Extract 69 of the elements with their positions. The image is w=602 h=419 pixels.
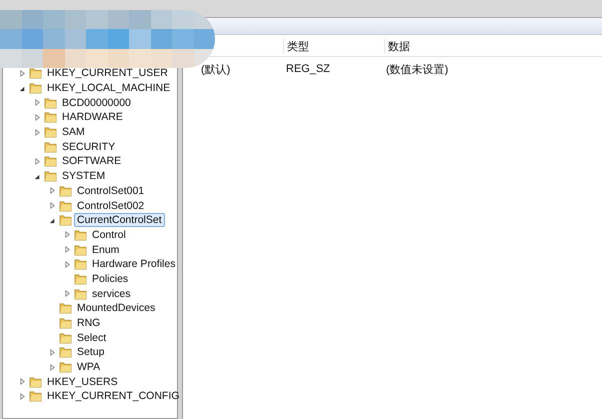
- expand-arrow-icon[interactable]: [64, 231, 71, 238]
- tree-item[interactable]: services: [89, 286, 134, 301]
- folder-icon: [44, 126, 57, 138]
- collapse-arrow-icon[interactable]: [49, 216, 56, 224]
- expand-arrow-icon[interactable]: [34, 114, 41, 121]
- expand-arrow-icon[interactable]: [49, 348, 56, 356]
- expand-arrow-icon[interactable]: [49, 364, 56, 371]
- tree-item[interactable]: Enum: [89, 242, 122, 257]
- value-data: (数值未设置): [385, 62, 450, 76]
- folder-icon: [44, 111, 57, 124]
- folder-icon: [59, 302, 72, 314]
- expand-arrow-icon[interactable]: [49, 202, 56, 210]
- tree-item[interactable]: HARDWARE: [59, 110, 126, 124]
- expand-arrow-icon[interactable]: [64, 246, 71, 254]
- folder-icon: [74, 228, 87, 241]
- tree-item[interactable]: SAM: [59, 125, 88, 140]
- folder-icon: [29, 67, 42, 80]
- folder-icon: [59, 184, 72, 197]
- tree-item[interactable]: CurrentControlSet: [74, 213, 165, 228]
- tree-item[interactable]: ControlSet001: [74, 184, 148, 198]
- collapse-arrow-icon[interactable]: [19, 84, 26, 92]
- folder-icon: [74, 272, 87, 285]
- tree-item[interactable]: HKEY_CURRENT_CONFIG: [44, 389, 182, 404]
- folder-icon: [59, 200, 72, 212]
- tree-item[interactable]: RNG: [74, 316, 104, 330]
- expand-arrow-icon[interactable]: [19, 70, 26, 77]
- tree-item[interactable]: SYSTEM: [59, 169, 108, 184]
- tree-item[interactable]: BCD00000000: [59, 96, 134, 110]
- tree-item[interactable]: HKEY_LOCAL_MACHINE: [44, 81, 174, 96]
- tree-item[interactable]: Policies: [89, 272, 132, 286]
- folder-icon: [59, 214, 72, 226]
- tree-item[interactable]: Select: [74, 330, 110, 345]
- folder-icon: [59, 332, 72, 344]
- tree-item[interactable]: Setup: [74, 345, 108, 360]
- tree-item[interactable]: HKEY_CURRENT_USER: [44, 66, 171, 80]
- expand-arrow-icon[interactable]: [19, 378, 26, 386]
- tree-item[interactable]: MountedDevices: [74, 301, 158, 316]
- folder-icon: [29, 82, 42, 94]
- folder-icon: [59, 346, 72, 358]
- tree-item[interactable]: HKEY_USERS: [44, 374, 121, 389]
- column-header[interactable]: 类型: [283, 38, 384, 54]
- expand-arrow-icon[interactable]: [34, 99, 41, 106]
- folder-icon: [74, 244, 87, 256]
- folder-icon: [29, 390, 42, 402]
- expand-arrow-icon[interactable]: [19, 392, 26, 400]
- expand-arrow-icon[interactable]: [49, 187, 56, 194]
- tree-item[interactable]: Hardware Profiles: [89, 257, 178, 272]
- tree-item[interactable]: WPA: [74, 360, 104, 374]
- collapse-arrow-icon[interactable]: [34, 172, 41, 180]
- expand-arrow-icon[interactable]: [64, 260, 71, 268]
- folder-icon: [29, 376, 42, 388]
- column-header[interactable]: 数据: [384, 38, 602, 54]
- folder-icon: [44, 140, 57, 153]
- tree-item[interactable]: Control: [89, 228, 129, 242]
- tree-item[interactable]: SOFTWARE: [59, 154, 124, 168]
- folder-icon: [59, 317, 72, 330]
- value-name: (默认): [200, 62, 232, 76]
- tree-item[interactable]: ControlSet002: [74, 198, 148, 213]
- folder-icon: [59, 361, 72, 374]
- folder-icon: [44, 155, 57, 168]
- expand-arrow-icon[interactable]: [34, 128, 41, 136]
- tree-item[interactable]: SECURITY: [59, 140, 118, 154]
- folder-icon: [44, 170, 57, 182]
- folder-icon: [74, 288, 87, 300]
- folder-icon: [74, 258, 87, 270]
- folder-icon: [44, 96, 57, 109]
- value-type: REG_SZ: [285, 63, 332, 75]
- expand-arrow-icon[interactable]: [34, 158, 41, 165]
- expand-arrow-icon[interactable]: [64, 290, 71, 298]
